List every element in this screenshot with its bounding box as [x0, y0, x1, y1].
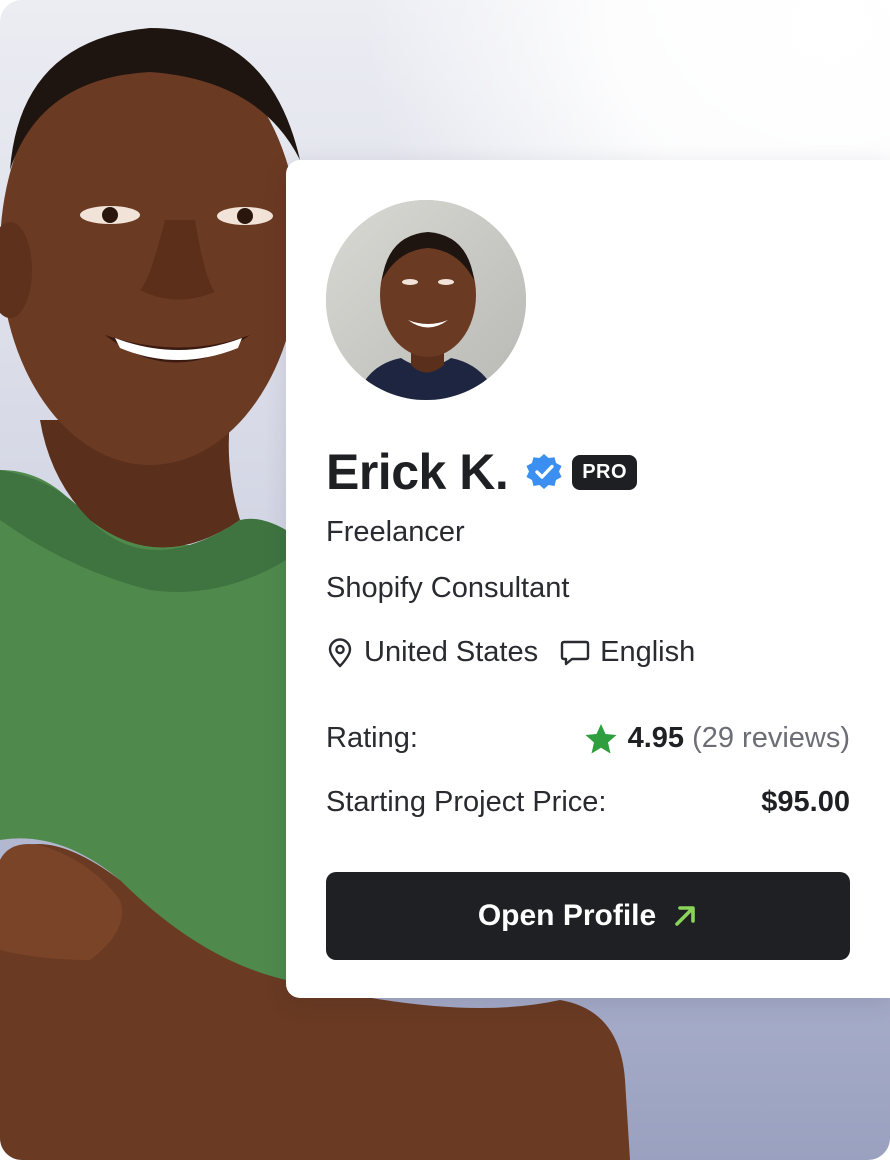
- star-icon: [585, 723, 617, 753]
- avatar-photo: [326, 200, 526, 400]
- open-profile-label: Open Profile: [477, 899, 657, 932]
- verified-badge-icon: [526, 454, 562, 489]
- price-row: Starting Project Price: $95.00: [326, 786, 850, 819]
- rating-label: Rating:: [326, 722, 418, 754]
- arrow-up-right-icon: [675, 906, 695, 926]
- language-text: English: [600, 636, 696, 668]
- rating-value-group: 4.95 (29 reviews): [584, 722, 850, 755]
- meta-row: United States English: [326, 636, 695, 669]
- review-count: (29 reviews): [692, 722, 850, 754]
- specialty-text: Shopify Consultant: [326, 572, 570, 604]
- freelancer-name: Erick K.: [326, 444, 509, 500]
- price-label: Starting Project Price:: [326, 786, 607, 818]
- chat-bubble-icon: [560, 640, 590, 665]
- rating-row: Rating: 4.95 (29 reviews): [326, 722, 850, 755]
- avatar: [326, 200, 526, 400]
- role-text: Freelancer: [326, 516, 465, 548]
- freelancer-card: Erick K. PRO Freelancer Shopify Consulta…: [286, 160, 890, 998]
- price-value: $95.00: [761, 786, 850, 818]
- name-row: Erick K. PRO: [326, 442, 638, 502]
- location: United States: [326, 636, 538, 669]
- rating-value: 4.95: [627, 722, 685, 754]
- location-pin-icon: [328, 637, 352, 667]
- profile-promo: Erick K. PRO Freelancer Shopify Consulta…: [0, 0, 890, 1160]
- location-text: United States: [364, 636, 539, 668]
- pro-badge: PRO: [572, 454, 638, 490]
- open-profile-button[interactable]: Open Profile: [326, 872, 850, 960]
- language: English: [560, 636, 695, 669]
